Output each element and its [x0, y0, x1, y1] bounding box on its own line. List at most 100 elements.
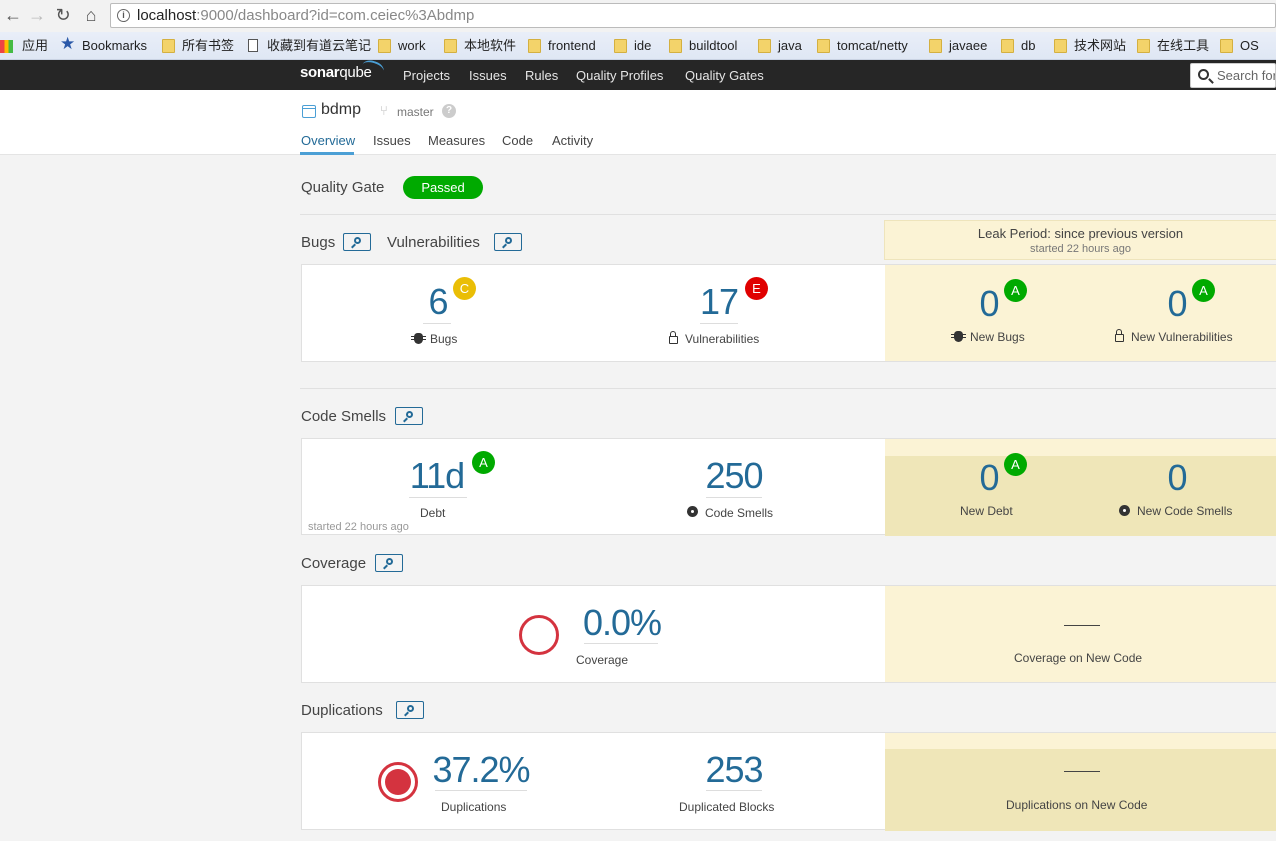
- bookmark-folder[interactable]: 本地软件: [442, 38, 516, 56]
- sonarqube-logo[interactable]: sonarqube: [300, 57, 386, 81]
- new-vulnerabilities-label: New Vulnerabilities: [1131, 330, 1233, 344]
- divider: [300, 214, 1276, 215]
- nav-rules[interactable]: Rules: [525, 68, 558, 83]
- global-search-input[interactable]: Search for: [1190, 63, 1276, 88]
- folder-icon: [1054, 39, 1067, 53]
- leak-panel: [885, 749, 1276, 831]
- leak-period-header: Leak Period: since previous version star…: [884, 220, 1276, 260]
- tab-measures[interactable]: Measures: [428, 133, 485, 148]
- code-smells-value[interactable]: 250: [702, 455, 766, 497]
- bookmark-folder[interactable]: OS: [1218, 38, 1259, 56]
- new-debt-rating-badge[interactable]: A: [1004, 453, 1027, 476]
- code-smells-link-icon[interactable]: [395, 407, 423, 425]
- folder-icon: [1220, 39, 1233, 53]
- lock-icon: [669, 331, 678, 344]
- apps-grid-icon: [0, 40, 13, 53]
- active-tab-indicator: [300, 152, 354, 155]
- bookmark-folder[interactable]: tomcat/netty: [815, 38, 908, 56]
- nav-quality-profiles[interactable]: Quality Profiles: [576, 68, 663, 83]
- branch-name: master: [397, 105, 434, 119]
- debt-rating-badge[interactable]: A: [472, 451, 495, 474]
- bookmark-folder[interactable]: frontend: [526, 38, 596, 56]
- bookmark-folder[interactable]: 在线工具: [1135, 38, 1209, 56]
- new-bugs-label: New Bugs: [970, 330, 1025, 344]
- code-smells-section-title: Code Smells: [301, 408, 387, 425]
- vulnerabilities-rating-badge[interactable]: E: [745, 277, 768, 300]
- bookmark-bookmarks[interactable]: ★ Bookmarks: [60, 35, 147, 56]
- bookmark-folder[interactable]: 所有书签: [160, 38, 234, 56]
- bugs-link-icon[interactable]: [343, 233, 371, 251]
- folder-icon: [162, 39, 175, 53]
- new-bugs-value[interactable]: 0: [972, 283, 1006, 325]
- back-arrow-icon[interactable]: ←: [2, 4, 24, 26]
- bookmark-folder[interactable]: javaee: [927, 38, 987, 56]
- branch-icon: ⑂: [380, 103, 388, 118]
- bookmark-folder[interactable]: java: [756, 38, 802, 56]
- bugs-label: Bugs: [430, 332, 458, 346]
- vulnerabilities-value[interactable]: 17: [692, 281, 746, 323]
- coverage-link-icon[interactable]: [375, 554, 403, 572]
- leak-panel: [885, 586, 1276, 682]
- reload-icon[interactable]: ↻: [52, 4, 74, 26]
- tab-overview[interactable]: Overview: [301, 133, 355, 148]
- bookmark-folder[interactable]: buildtool: [667, 38, 737, 56]
- quality-gate-label: Quality Gate: [301, 179, 385, 196]
- duplications-value[interactable]: 37.2%: [432, 749, 530, 791]
- new-debt-value[interactable]: 0: [972, 457, 1006, 499]
- divider: [300, 388, 1276, 389]
- project-header: bdmp ⑂ master ? Overview Issues Measures…: [0, 90, 1276, 155]
- bookmark-folder[interactable]: work: [376, 38, 425, 56]
- duplications-label: Duplications: [441, 800, 507, 814]
- folder-icon: [669, 39, 682, 53]
- new-vulnerabilities-value[interactable]: 0: [1160, 283, 1194, 325]
- new-code-smells-value[interactable]: 0: [1160, 457, 1194, 499]
- bookmark-folder[interactable]: ide: [612, 38, 651, 56]
- folder-icon: [758, 39, 771, 53]
- folder-icon: [817, 39, 830, 53]
- forward-arrow-icon[interactable]: →: [26, 4, 48, 26]
- new-bugs-rating-badge[interactable]: A: [1004, 279, 1027, 302]
- tab-code[interactable]: Code: [502, 133, 533, 148]
- vulnerabilities-section-title: Vulnerabilities: [387, 234, 480, 251]
- nav-issues[interactable]: Issues: [469, 68, 507, 83]
- help-icon[interactable]: ?: [442, 104, 456, 118]
- new-vulnerabilities-rating-badge[interactable]: A: [1192, 279, 1215, 302]
- info-icon[interactable]: i: [117, 9, 130, 22]
- duplications-link-icon[interactable]: [396, 701, 424, 719]
- folder-icon: [614, 39, 627, 53]
- nav-quality-gates[interactable]: Quality Gates: [685, 68, 764, 83]
- duplicated-blocks-value[interactable]: 253: [702, 749, 766, 791]
- debt-started-note: started 22 hours ago: [308, 521, 409, 533]
- bookmarks-bar: 应用 ★ Bookmarks 所有书签 收藏到有道云笔记 work 本地软件 fr…: [0, 32, 1276, 60]
- home-icon[interactable]: ⌂: [80, 4, 102, 26]
- bugs-vulnerabilities-card: 6 C Bugs 17 E Vulnerabilities 0 A New Bu…: [301, 264, 1276, 362]
- quality-gate-status-badge: Passed: [403, 176, 483, 199]
- tab-issues[interactable]: Issues: [373, 133, 411, 148]
- radioactive-icon: [687, 506, 698, 517]
- code-smells-label: Code Smells: [705, 506, 774, 520]
- coverage-value[interactable]: 0.0%: [582, 602, 662, 644]
- leak-period-title: Leak Period: since previous version: [977, 226, 1184, 241]
- duplications-donut-icon: [378, 762, 418, 802]
- project-icon: [302, 105, 316, 118]
- folder-icon: [444, 39, 457, 53]
- tab-activity[interactable]: Activity: [552, 133, 593, 148]
- coverage-donut-icon: [519, 615, 559, 655]
- vulnerabilities-link-icon[interactable]: [494, 233, 522, 251]
- project-name[interactable]: bdmp: [321, 101, 361, 119]
- duplications-card: 37.2% Duplications 253 Duplicated Blocks…: [301, 732, 1276, 831]
- debt-label: Debt: [420, 506, 446, 520]
- bugs-section-title: Bugs: [301, 234, 336, 251]
- bookmark-folder[interactable]: db: [999, 38, 1035, 56]
- bookmark-folder[interactable]: 技术网站: [1052, 38, 1126, 56]
- nav-projects[interactable]: Projects: [403, 68, 450, 83]
- search-icon: [1198, 69, 1209, 80]
- vulnerabilities-label: Vulnerabilities: [685, 332, 760, 346]
- coverage-label: Coverage: [576, 653, 629, 667]
- bookmark-note[interactable]: 收藏到有道云笔记: [245, 38, 371, 56]
- bugs-rating-badge[interactable]: C: [453, 277, 476, 300]
- bookmark-apps[interactable]: 应用: [0, 38, 48, 56]
- coverage-card: 0.0% Coverage Coverage on New Code: [301, 585, 1276, 683]
- debt-value[interactable]: 11d: [405, 455, 469, 497]
- address-bar[interactable]: i localhost:9000/dashboard?id=com.ceiec%…: [110, 3, 1276, 28]
